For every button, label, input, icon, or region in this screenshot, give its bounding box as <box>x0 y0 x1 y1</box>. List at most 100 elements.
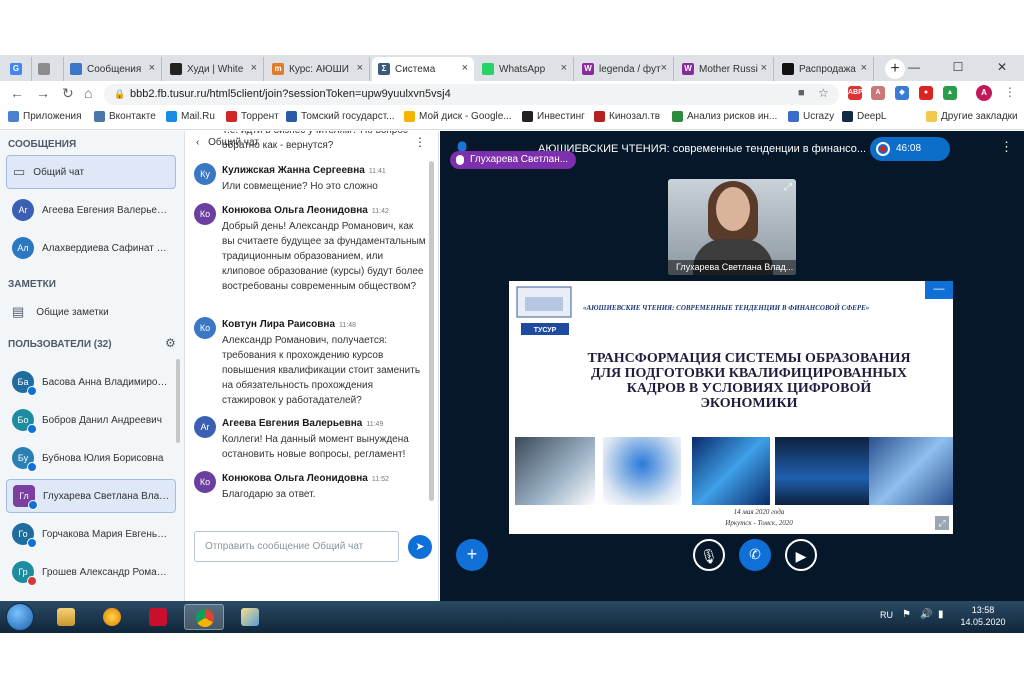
avatar: Ба <box>12 371 37 396</box>
browser-tab[interactable]: Сообщения × <box>64 57 162 81</box>
browser-tab[interactable]: Распродажа × <box>776 57 874 81</box>
slide-image <box>603 437 681 505</box>
bookmark-item[interactable]: Вконтакте <box>94 111 156 122</box>
bookmark-item[interactable]: Ucrazy <box>788 111 834 122</box>
browser-tab[interactable]: Wlegenda / фут × <box>576 57 674 81</box>
menu-icon[interactable]: ⋮ <box>1004 85 1016 99</box>
actions-button[interactable]: + <box>456 539 488 571</box>
close-tab-icon[interactable]: × <box>251 62 257 74</box>
maximize-icon[interactable]: ☐ <box>936 55 980 81</box>
bookmark-item[interactable]: Томский государст... <box>286 111 395 122</box>
close-icon[interactable]: ✕ <box>980 55 1024 81</box>
adblock-icon[interactable]: ABP <box>848 86 863 100</box>
bookmark-item[interactable]: Торрент <box>226 111 279 122</box>
avatar: Бо <box>12 409 37 434</box>
fullscreen-icon[interactable]: ⤢ <box>935 516 949 530</box>
browser-tab[interactable]: WhatsApp × <box>476 57 574 81</box>
avatar-initials: Бу <box>17 453 29 463</box>
forward-icon[interactable]: → <box>36 85 50 101</box>
close-tab-icon[interactable]: × <box>861 62 867 74</box>
mute-microphone-button[interactable]: 🎙 <box>693 539 725 571</box>
reload-icon[interactable]: ↻ <box>62 85 74 102</box>
microphone-icon <box>28 500 38 510</box>
message-text: Благодарю за ответ. <box>222 489 316 500</box>
language-indicator[interactable]: RU <box>880 610 893 620</box>
browser-tab[interactable]: Σ Система × <box>372 57 474 81</box>
extension-icon[interactable]: ◆ <box>895 86 909 100</box>
chat-message-input[interactable]: Отправить сообщение Общий чат <box>194 531 399 562</box>
close-tab-icon[interactable]: × <box>149 62 155 74</box>
user-list-item[interactable]: Гл Глухарева Светлана Влади... <box>6 479 176 513</box>
fullscreen-icon[interactable]: ⤢ <box>784 182 792 193</box>
start-button[interactable] <box>6 603 34 631</box>
user-list-item[interactable]: Бу Бубнова Юлия Борисовна <box>6 441 176 475</box>
options-menu-icon[interactable]: ⋮ <box>1000 139 1013 155</box>
address-bar[interactable]: 🔒 bbb2.fb.tusur.ru/html5client/join?sess… <box>104 84 839 105</box>
message-author: Конюкова Ольга Леонидовна <box>222 205 368 216</box>
message-text: Или совмещение? Но это сложно <box>222 181 378 192</box>
bookmark-item[interactable]: DeepL <box>842 111 886 122</box>
leave-audio-button[interactable]: ✆ <box>739 539 771 571</box>
browser-tab[interactable]: G <box>4 57 32 81</box>
app-taskbar-button[interactable] <box>92 604 132 630</box>
home-icon[interactable]: ⌂ <box>84 85 92 101</box>
private-chat-item[interactable]: Ar Агеева Евгения Валерьевна <box>6 193 176 227</box>
browser-tab[interactable] <box>32 57 64 81</box>
drive-icon[interactable]: ▲ <box>943 86 957 100</box>
flag-icon[interactable]: ⚑ <box>902 609 911 620</box>
close-tab-icon[interactable]: × <box>357 62 363 74</box>
browser-tab[interactable]: Худи | White × <box>164 57 264 81</box>
recording-button[interactable]: 46:08 <box>870 137 950 161</box>
chat-scrollbar[interactable] <box>429 161 434 501</box>
close-tab-icon[interactable]: × <box>561 62 567 74</box>
close-tab-icon[interactable]: × <box>462 62 468 74</box>
microphone-icon <box>27 538 37 548</box>
private-chat-item[interactable]: Ал Алахвердиева Сафинат Вяч... <box>6 231 176 265</box>
user-list-scrollbar[interactable] <box>176 359 180 443</box>
public-chat-item[interactable]: ▭ Общий чат <box>6 155 176 189</box>
back-icon[interactable]: ← <box>10 85 24 101</box>
close-tab-icon[interactable]: × <box>761 62 767 74</box>
bookmark-item[interactable]: Приложения <box>8 111 82 122</box>
bookmark-item[interactable]: Инвестинг <box>522 111 585 122</box>
bookmark-item[interactable]: Кинозал.тв <box>594 111 660 122</box>
bookmark-item[interactable]: Мой диск - Google... <box>404 111 512 122</box>
bookmark-item[interactable]: Анализ рисков ин... <box>672 111 777 122</box>
webcam-video[interactable]: ⤢ Глухарева Светлана Влад... <box>668 179 796 275</box>
users-header: ПОЛЬЗОВАТЕЛИ (32) <box>8 339 112 350</box>
bookmark-item[interactable]: Другие закладки <box>926 111 1018 122</box>
star-icon[interactable]: ☆ <box>818 86 829 100</box>
bookmark-item[interactable]: Mail.Ru <box>166 111 215 122</box>
shared-notes-item[interactable]: ▤ Общие заметки <box>6 295 176 329</box>
close-tab-icon[interactable]: × <box>661 62 667 74</box>
user-list-item[interactable]: Го Горчакова Мария Евгеньевна <box>6 517 176 551</box>
profile-avatar[interactable]: A <box>976 85 992 101</box>
share-webcam-button[interactable]: ▶ <box>785 539 817 571</box>
extension-icon[interactable]: А <box>871 86 885 100</box>
chrome-taskbar-button[interactable] <box>184 604 224 630</box>
slide-title-line: ЭКОНОМИКИ <box>700 396 798 411</box>
paint-taskbar-button[interactable] <box>230 604 270 630</box>
user-list-item[interactable]: Бо Бобров Данил Андреевич <box>6 403 176 437</box>
tab-label: WhatsApp <box>499 63 546 75</box>
minimize-presentation-button[interactable]: — <box>925 281 953 299</box>
minimize-icon[interactable]: — <box>892 55 936 81</box>
explorer-taskbar-button[interactable] <box>46 604 86 630</box>
bookmark-icon <box>94 111 105 122</box>
system-clock[interactable]: 13:58 14.05.2020 <box>958 604 1008 628</box>
browser-toolbar: ← → ↻ ⌂ 🔒 bbb2.fb.tusur.ru/html5client/j… <box>0 81 1024 107</box>
acrobat-taskbar-button[interactable] <box>138 604 178 630</box>
user-list-item[interactable]: Ба Басова Анна Владимировна <box>6 365 176 399</box>
w-icon: W <box>682 63 694 75</box>
extension-icon[interactable]: ● <box>919 86 933 100</box>
browser-tab[interactable]: m Курс: АЮШИ × <box>266 57 370 81</box>
message-time: 11:52 <box>371 476 389 483</box>
browser-tab[interactable]: W Mother Russi × <box>676 57 774 81</box>
volume-icon[interactable]: 🔊 <box>920 609 932 620</box>
bookmark-icon <box>522 111 533 122</box>
send-message-button[interactable]: ➤ <box>408 535 432 559</box>
settings-icon[interactable]: ⚙ <box>165 336 176 350</box>
network-icon[interactable]: ▮ <box>938 609 944 620</box>
camera-icon[interactable]: ■ <box>798 87 805 99</box>
user-list-item[interactable]: Гр Грошев Александр Романов... <box>6 555 176 589</box>
